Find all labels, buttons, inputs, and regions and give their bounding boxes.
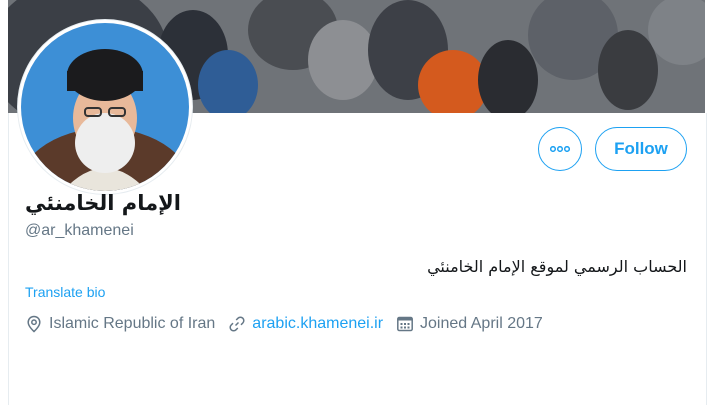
more-horizontal-icon <box>550 146 570 152</box>
avatar[interactable] <box>18 20 192 194</box>
calendar-icon <box>396 315 414 333</box>
location-text: Islamic Republic of Iran <box>49 315 216 332</box>
profile-display-name: الإمام الخامنئي <box>25 191 181 215</box>
website-link[interactable]: arabic.khamenei.ir <box>252 315 383 333</box>
profile-bio: الحساب الرسمي لموقع الإمام الخامنئي <box>427 257 687 276</box>
profile-meta: Islamic Republic of Iran arabic.khamenei… <box>25 315 556 333</box>
profile-handle: @ar_khamenei <box>25 222 134 239</box>
follow-button[interactable]: Follow <box>595 127 687 171</box>
more-options-button[interactable] <box>538 127 582 171</box>
website-item[interactable]: arabic.khamenei.ir <box>228 315 383 333</box>
joined-item: Joined April 2017 <box>396 315 543 333</box>
location-pin-icon <box>25 315 43 333</box>
location-item: Islamic Republic of Iran <box>25 315 215 333</box>
avatar-portrait-image <box>21 23 189 191</box>
link-icon <box>228 315 246 333</box>
translate-bio-link[interactable]: Translate bio <box>25 284 105 300</box>
joined-text: Joined April 2017 <box>420 315 543 332</box>
